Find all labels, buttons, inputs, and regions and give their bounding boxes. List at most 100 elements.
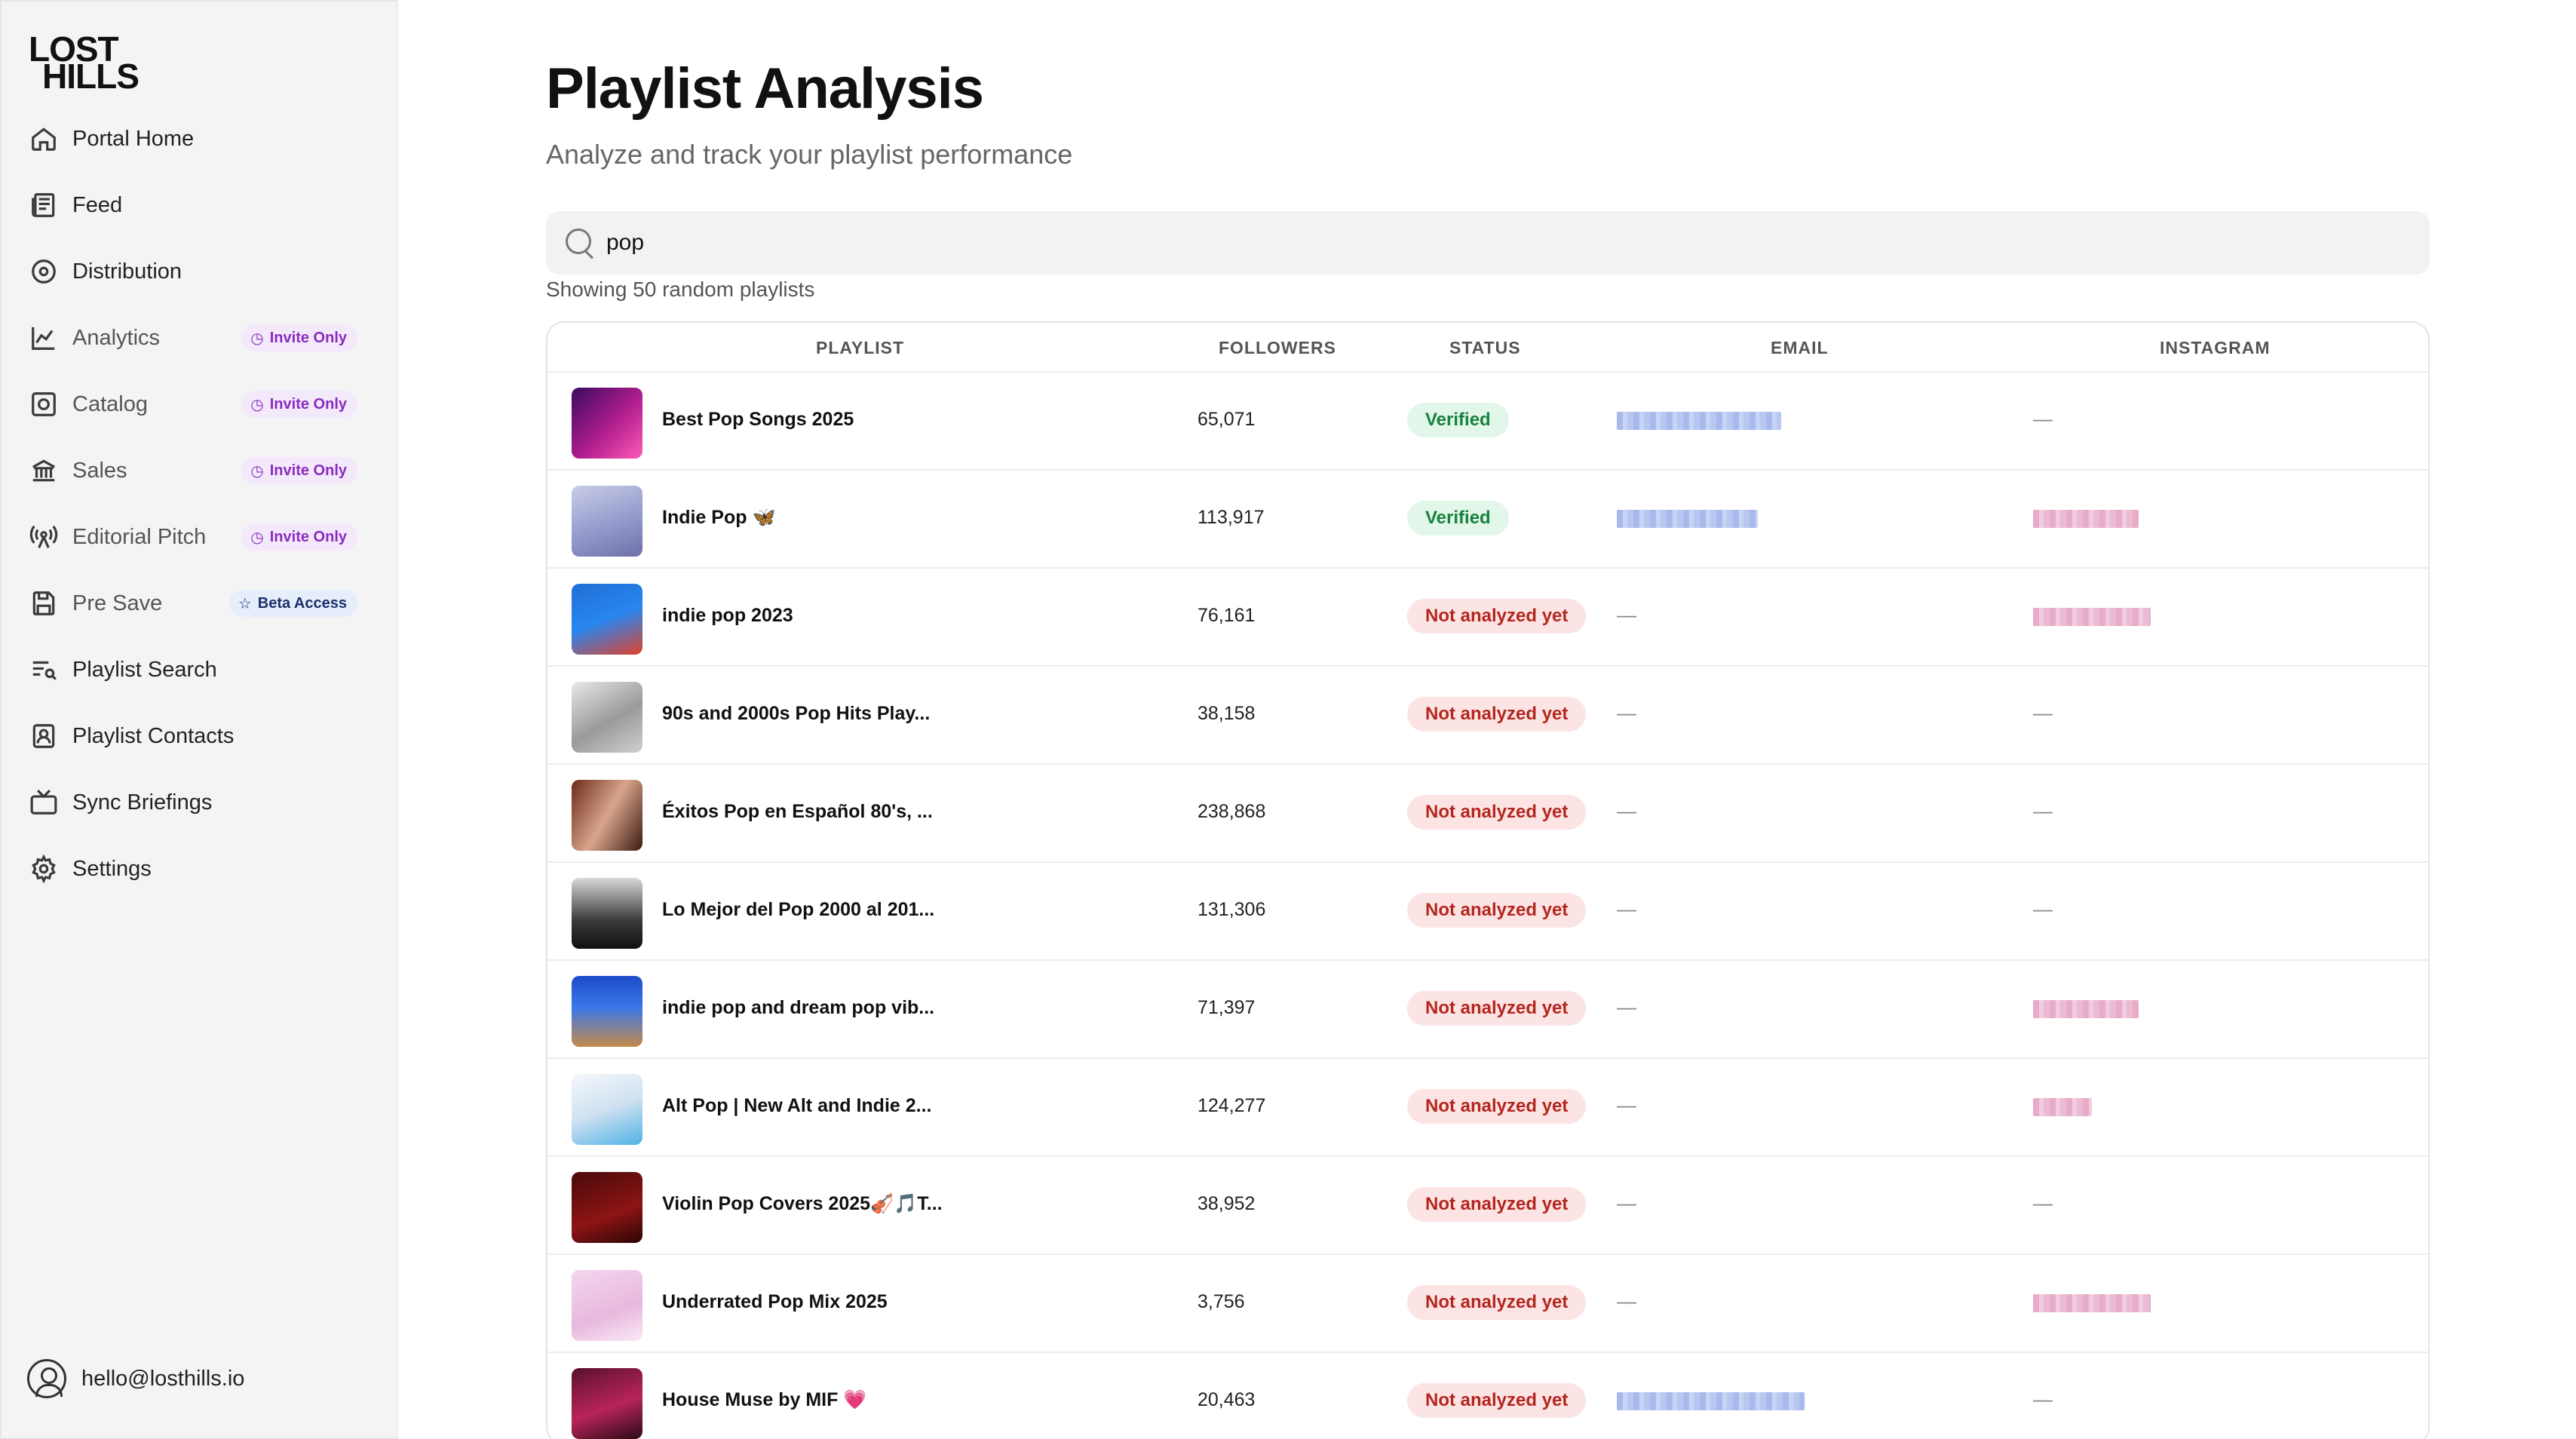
broadcast-icon <box>26 519 62 555</box>
playlist-name[interactable]: Violin Pop Covers 2025🎻🎵T... <box>662 1193 943 1215</box>
table-row[interactable]: Alt Pop | New Alt and Indie 2... 124,277 N… <box>547 1059 2428 1157</box>
playlist-name[interactable]: Alt Pop | New Alt and Indie 2... <box>662 1095 931 1117</box>
column-header-instagram[interactable]: INSTAGRAM <box>2160 338 2271 358</box>
table-row[interactable]: Éxitos Pop en Español 80's, ... 238,868 No… <box>547 765 2428 863</box>
sidebar-item-catalog[interactable]: Catalog ◷ Invite Only <box>17 377 373 431</box>
playlist-name[interactable]: indie pop and dream pop vib... <box>662 997 934 1019</box>
column-header-playlist[interactable]: PLAYLIST <box>816 338 904 358</box>
save-icon <box>26 585 62 621</box>
sidebar-item-pre-save[interactable]: Pre Save ☆ Beta Access <box>17 576 373 631</box>
clock-icon: ◷ <box>250 396 264 413</box>
table-row[interactable]: indie pop 2023 76,161 Not analyzed yet — ███… <box>547 569 2428 667</box>
user-avatar-icon <box>27 1359 66 1398</box>
playlist-search-icon <box>26 652 62 688</box>
newspaper-icon <box>26 187 62 223</box>
instagram-empty: — <box>2033 1388 2053 1410</box>
email-empty: — <box>1617 701 1636 724</box>
playlist-cover-image <box>572 1074 642 1145</box>
instagram-empty: — <box>2033 897 2053 920</box>
sidebar-item-settings[interactable]: Settings <box>17 842 373 896</box>
email-empty: — <box>1617 603 1636 626</box>
instagram-empty: — <box>2033 1192 2053 1214</box>
playlist-cover-image <box>572 388 642 459</box>
playlist-cover-image <box>572 584 642 655</box>
tv-icon <box>26 784 62 821</box>
brand-logo[interactable]: LOST HILLS <box>29 32 142 94</box>
instagram-empty: — <box>2033 799 2053 822</box>
invite-only-badge: ◷ Invite Only <box>241 324 357 351</box>
page-title: Playlist Analysis <box>546 57 984 121</box>
disc-icon <box>26 253 62 290</box>
playlist-cover-image <box>572 1368 642 1439</box>
table-row[interactable]: House Muse by MIF 💗 20,463 Not analyzed ye… <box>547 1353 2428 1439</box>
instagram-handle[interactable]: █████ <box>2033 1098 2092 1116</box>
results-count: Showing 50 random playlists <box>546 278 815 301</box>
sidebar-item-label: Portal Home <box>72 126 195 151</box>
email-value[interactable]: ████████████████ <box>1617 1392 1805 1410</box>
instagram-empty: — <box>2033 701 2053 724</box>
instagram-handle[interactable]: ██████████ <box>2033 608 2151 626</box>
table-row[interactable]: Violin Pop Covers 2025🎻🎵T... 38,952 Not an… <box>547 1157 2428 1255</box>
bank-icon <box>26 453 62 489</box>
sidebar-item-feed[interactable]: Feed <box>17 178 373 232</box>
badge-label: Invite Only <box>269 395 347 413</box>
instagram-empty: — <box>2033 407 2053 430</box>
status-badge: Verified <box>1407 403 1509 437</box>
email-value[interactable]: ████████████ <box>1617 510 1759 528</box>
email-empty: — <box>1617 1192 1636 1214</box>
playlist-name[interactable]: indie pop 2023 <box>662 605 793 627</box>
sidebar-item-distribution[interactable]: Distribution <box>17 244 373 299</box>
sidebar-item-portal-home[interactable]: Portal Home <box>17 112 373 166</box>
user-account[interactable]: hello@losthills.io <box>27 1359 244 1398</box>
sidebar-item-sync-briefings[interactable]: Sync Briefings <box>17 775 373 830</box>
playlist-name[interactable]: House Muse by MIF 💗 <box>662 1389 866 1411</box>
column-header-status[interactable]: STATUS <box>1449 338 1521 358</box>
column-header-email[interactable]: EMAIL <box>1771 338 1829 358</box>
sidebar-item-playlist-search[interactable]: Playlist Search <box>17 643 373 697</box>
instagram-handle[interactable]: ██████████ <box>2033 1294 2151 1312</box>
column-header-followers[interactable]: FOLLOWERS <box>1219 338 1336 358</box>
sidebar-item-editorial-pitch[interactable]: Editorial Pitch ◷ Invite Only <box>17 510 373 564</box>
playlist-cover-image <box>572 780 642 851</box>
star-icon: ☆ <box>238 595 252 612</box>
clock-icon: ◷ <box>250 529 264 546</box>
sidebar-item-label: Playlist Search <box>72 657 217 682</box>
playlist-name[interactable]: Underrated Pop Mix 2025 <box>662 1291 888 1313</box>
user-email: hello@losthills.io <box>81 1366 245 1391</box>
sidebar-item-label: Distribution <box>72 259 182 284</box>
table-row[interactable]: indie pop and dream pop vib... 71,397 Not … <box>547 961 2428 1059</box>
email-value[interactable]: ██████████████ <box>1617 412 1782 430</box>
table-row[interactable]: Indie Pop 🦋113,917Verified██████████████… <box>547 471 2428 569</box>
table-row[interactable]: Lo Mejor del Pop 2000 al 201... 131,306 No… <box>547 863 2428 961</box>
followers-count: 38,952 <box>1198 1193 1256 1214</box>
search-input[interactable] <box>606 230 2341 256</box>
sidebar-item-label: Pre Save <box>72 591 163 615</box>
playlist-cover-image <box>572 486 642 557</box>
badge-label: Invite Only <box>269 329 347 346</box>
table-row[interactable]: Underrated Pop Mix 2025 3,756 Not analyzed… <box>547 1255 2428 1353</box>
playlist-name[interactable]: 90s and 2000s Pop Hits Play... <box>662 703 930 725</box>
playlist-name[interactable]: Lo Mejor del Pop 2000 al 201... <box>662 899 934 921</box>
playlist-cover-image <box>572 1270 642 1341</box>
status-badge: Not analyzed yet <box>1407 1285 1587 1320</box>
playlist-cover-image <box>572 878 642 949</box>
invite-only-badge: ◷ Invite Only <box>241 457 357 484</box>
table-row[interactable]: Best Pop Songs 2025 65,071 Verified ███████… <box>547 373 2428 471</box>
playlist-cover-image <box>572 976 642 1047</box>
badge-label: Invite Only <box>269 528 347 545</box>
followers-count: 65,071 <box>1198 409 1256 430</box>
chart-line-icon <box>26 320 62 356</box>
home-icon <box>26 121 62 157</box>
sidebar-item-sales[interactable]: Sales ◷ Invite Only <box>17 443 373 498</box>
table-row[interactable]: 90s and 2000s Pop Hits Play... 38,158 Not … <box>547 667 2428 765</box>
playlist-name[interactable]: Éxitos Pop en Español 80's, ... <box>662 801 933 823</box>
search-bar[interactable] <box>546 211 2430 275</box>
instagram-handle[interactable]: █████████ <box>2033 510 2139 528</box>
sidebar-item-label: Playlist Contacts <box>72 723 235 748</box>
sidebar-item-analytics[interactable]: Analytics ◷ Invite Only <box>17 311 373 365</box>
playlist-name[interactable]: Indie Pop 🦋 <box>662 507 776 529</box>
playlist-name[interactable]: Best Pop Songs 2025 <box>662 409 854 431</box>
sidebar-item-playlist-contacts[interactable]: Playlist Contacts <box>17 709 373 763</box>
status-badge: Not analyzed yet <box>1407 1089 1587 1124</box>
instagram-handle[interactable]: █████████ <box>2033 1000 2139 1018</box>
